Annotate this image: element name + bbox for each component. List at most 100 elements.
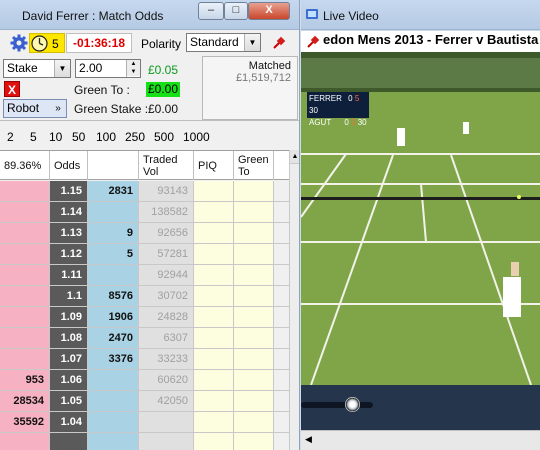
green-to-header[interactable]: Green To [234, 151, 274, 180]
lay-cell[interactable] [0, 265, 50, 285]
odds-cell: 1.13 [50, 223, 88, 243]
match-odds-titlebar[interactable]: David Ferrer : Match Odds – □ X [0, 0, 299, 30]
green-header-line1: Green [238, 154, 269, 166]
stake-amount-value: 2.00 [79, 61, 103, 75]
matched-value: £1,519,712 [235, 72, 291, 84]
lay-cell[interactable] [0, 181, 50, 201]
stake-preset-button[interactable]: 5 [30, 130, 37, 144]
back-cell[interactable]: 9 [88, 223, 139, 243]
maximize-button[interactable]: □ [224, 2, 248, 20]
stake-preset-button[interactable]: 10 [49, 130, 62, 144]
stake-preset-button[interactable]: 500 [154, 130, 174, 144]
piq-cell [194, 286, 234, 306]
traded-volume-cell: 93143 [139, 181, 194, 201]
lay-percent-header[interactable]: 89.36% [0, 151, 50, 180]
green-to-cell [234, 202, 274, 222]
lay-cell[interactable]: 35592 [0, 412, 50, 432]
back-cell[interactable] [88, 433, 139, 450]
ladder-scrollbar[interactable]: ▲ [289, 150, 299, 450]
odds-header[interactable]: Odds [50, 151, 88, 180]
traded-header-line1: Traded [143, 154, 178, 166]
scroll-up-icon[interactable]: ▲ [290, 150, 299, 164]
stake-preset-button[interactable]: 2 [7, 130, 14, 144]
back-cell[interactable]: 3376 [88, 349, 139, 369]
pin-icon[interactable] [305, 34, 321, 50]
lay-cell[interactable] [0, 286, 50, 306]
piq-cell [194, 181, 234, 201]
back-cell[interactable]: 1906 [88, 307, 139, 327]
lay-cell[interactable] [0, 244, 50, 264]
seek-slider-knob[interactable] [345, 397, 360, 412]
lay-cell[interactable] [0, 223, 50, 243]
stake-preset-button[interactable]: 100 [96, 130, 116, 144]
stake-preset-button[interactable]: 1000 [183, 130, 210, 144]
back-cell[interactable] [88, 202, 139, 222]
lay-cell[interactable] [0, 307, 50, 327]
ladder-row: 1.13 9 92656 [0, 223, 290, 244]
piq-cell [194, 202, 234, 222]
ladder-row: 1.07 3376 33233 [0, 349, 290, 370]
stake-select[interactable]: Stake ▼ [3, 59, 71, 78]
stake-preset-button[interactable]: 50 [72, 130, 85, 144]
scroll-left-icon[interactable]: ◀ [305, 434, 312, 445]
traded-volume-cell: 92656 [139, 223, 194, 243]
stepper-down-icon[interactable]: ▼ [127, 68, 140, 76]
odds-cell: 1.09 [50, 307, 88, 327]
video-frame[interactable]: FERRER 0 5 30 AGUT 0 3 30 [301, 52, 540, 385]
green-to-cell [234, 244, 274, 264]
minimize-button[interactable]: – [198, 2, 224, 20]
ladder-row: 1.12 5 57281 [0, 244, 290, 265]
lay-cell[interactable] [0, 328, 50, 348]
piq-cell [194, 370, 234, 390]
traded-vol-header[interactable]: Traded Vol [139, 151, 194, 180]
lay-cell[interactable]: 28534 [0, 391, 50, 411]
ladder-row: 1.1 8576 30702 [0, 286, 290, 307]
piq-cell [194, 412, 234, 432]
divider [0, 120, 299, 121]
close-button[interactable]: X [248, 2, 290, 20]
back-cell[interactable] [88, 265, 139, 285]
back-cell[interactable]: 8576 [88, 286, 139, 306]
back-header[interactable] [88, 151, 139, 180]
stepper-buttons[interactable]: ▲ ▼ [126, 60, 140, 77]
lay-cell[interactable]: 953 [0, 370, 50, 390]
video-header: edon Mens 2013 - Ferrer v Bautista [301, 31, 540, 52]
back-cell[interactable]: 5 [88, 244, 139, 264]
pin-icon[interactable] [271, 35, 287, 51]
odds-cell: 1.14 [50, 202, 88, 222]
stake-select-value: Stake [7, 61, 38, 75]
back-cell[interactable] [88, 391, 139, 411]
back-cell[interactable] [88, 370, 139, 390]
ladder-row: 953 1.06 60620 [0, 370, 290, 391]
ladder-header: 89.36% Odds Traded Vol PIQ Green To [0, 150, 290, 180]
clock-toggle[interactable]: 5 [29, 33, 65, 53]
back-cell[interactable] [88, 412, 139, 432]
gear-icon[interactable] [10, 34, 28, 52]
cancel-button[interactable]: X [4, 81, 20, 97]
stake-amount-stepper[interactable]: 2.00 ▲ ▼ [75, 59, 141, 78]
video-title: edon Mens 2013 - Ferrer v Bautista [323, 32, 539, 47]
robot-select[interactable]: Robot » [3, 99, 67, 118]
ladder-row: 1.11 92944 [0, 265, 290, 286]
seek-slider-track[interactable] [301, 402, 373, 408]
lay-cell[interactable] [0, 433, 50, 450]
back-cell[interactable]: 2470 [88, 328, 139, 348]
live-video-titlebar[interactable]: Live Video [301, 0, 540, 30]
traded-volume-cell: 24828 [139, 307, 194, 327]
lay-cell[interactable] [0, 202, 50, 222]
piq-header[interactable]: PIQ [194, 151, 234, 180]
horizontal-scrollbar[interactable]: ◀ [301, 430, 540, 450]
chevron-down-icon: ▼ [244, 34, 260, 51]
scoreboard-player1: FERRER [309, 94, 342, 103]
green-to-label: Green To : [74, 83, 130, 97]
odds-cell: 1.12 [50, 244, 88, 264]
lay-cell[interactable] [0, 349, 50, 369]
scoreboard-p2-points: 30 [357, 118, 367, 127]
traded-volume-cell [139, 433, 194, 450]
polarity-select[interactable]: Standard ▼ [186, 33, 261, 52]
stepper-up-icon[interactable]: ▲ [127, 60, 140, 68]
back-cell[interactable]: 2831 [88, 181, 139, 201]
stake-preset-button[interactable]: 250 [125, 130, 145, 144]
ladder-grid: 89.36% Odds Traded Vol PIQ Green To 1.1 5… [0, 150, 290, 450]
odds-cell: 1.1 [50, 286, 88, 306]
